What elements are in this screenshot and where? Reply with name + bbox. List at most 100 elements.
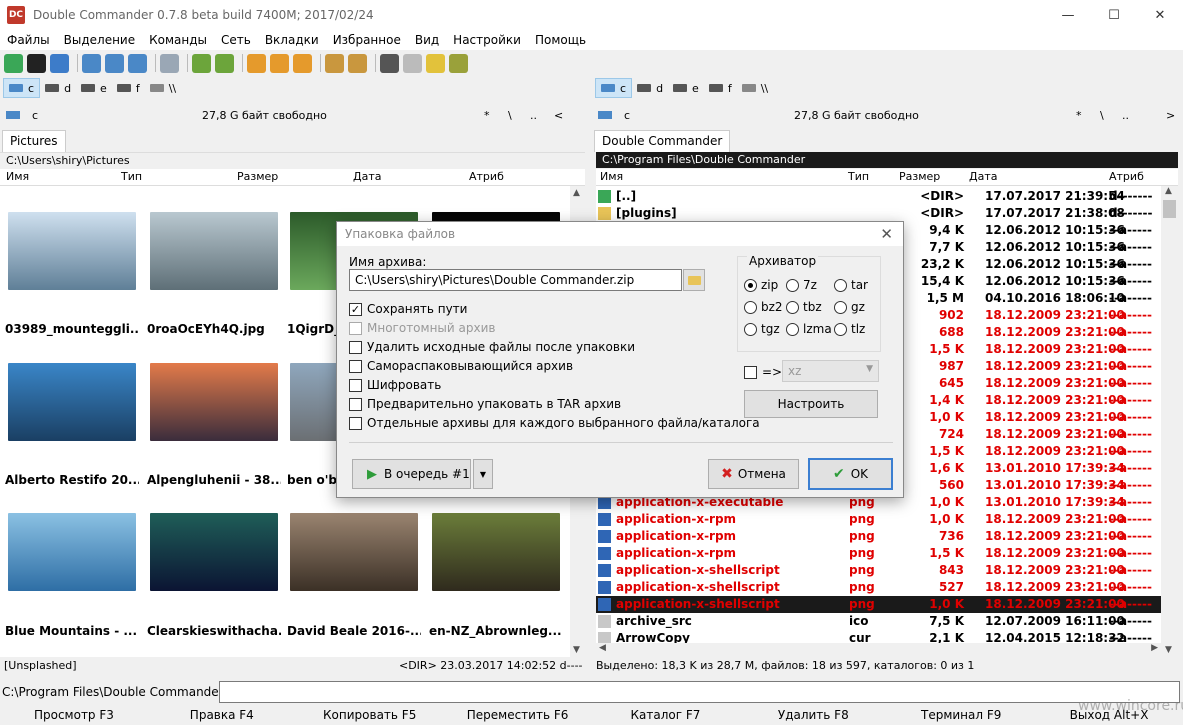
image-thumbnail[interactable] — [150, 513, 278, 591]
format-radio-lzma[interactable]: lzma — [786, 322, 832, 336]
option-checkbox[interactable]: Удалить исходные файлы после упаковки — [349, 339, 635, 355]
select-group-icon[interactable] — [247, 53, 266, 73]
file-row[interactable]: archive_src ico 7,5 K 12.07.2009 16:11:00 --… — [596, 613, 1161, 630]
col-name[interactable]: Имя — [6, 170, 29, 183]
menu-tabs[interactable]: Вкладки — [258, 33, 326, 47]
checkbox[interactable] — [349, 340, 362, 354]
browse-button[interactable] — [683, 269, 705, 291]
menu-files[interactable]: Файлы — [0, 33, 57, 47]
right-nav-up[interactable]: .. — [1122, 109, 1129, 122]
thumbnail-label[interactable]: Blue Mountains - ... — [5, 624, 139, 638]
left-nav-arrow[interactable]: < — [554, 109, 563, 122]
thumbnail-label[interactable]: 0roaOcEYh4Q.jpg — [147, 322, 281, 336]
image-thumbnail[interactable] — [150, 363, 278, 441]
unselect-group-icon[interactable] — [270, 53, 289, 73]
thumbnail-label[interactable]: Clearskieswithacha... — [147, 624, 281, 638]
option-checkbox[interactable]: Отдельные архивы для каждого выбранного … — [349, 415, 760, 431]
invert-selection-icon[interactable] — [293, 53, 312, 73]
image-thumbnail[interactable] — [8, 363, 136, 441]
image-thumbnail[interactable] — [432, 513, 560, 591]
checkbox[interactable] — [349, 397, 362, 411]
file-row[interactable]: application-x-shellscript png 843 18.12.200… — [596, 562, 1161, 579]
minimize-button[interactable]: — — [1045, 0, 1091, 30]
image-thumbnail[interactable] — [8, 212, 136, 290]
file-row[interactable]: application-x-shellscript png 527 18.12.200… — [596, 579, 1161, 596]
forward-icon[interactable] — [215, 53, 234, 73]
col-type[interactable]: Тип — [848, 170, 869, 183]
option-checkbox[interactable]: Многотомный архив — [349, 320, 495, 336]
drive-d-button[interactable]: d — [632, 78, 668, 98]
ok-button[interactable]: ✔ OK — [808, 458, 893, 490]
checkbox[interactable] — [349, 416, 362, 430]
option-checkbox[interactable]: Самораспаковывающийся архив — [349, 358, 573, 374]
terminal-icon[interactable] — [27, 53, 46, 73]
image-thumbnail[interactable] — [150, 212, 278, 290]
col-date[interactable]: Дата — [969, 170, 997, 183]
left-nav-backslash[interactable]: \ — [508, 109, 512, 122]
checkbox[interactable] — [744, 365, 757, 379]
sync-dirs-icon[interactable] — [449, 53, 468, 73]
menu-help[interactable]: Помощь — [528, 33, 593, 47]
drive-e-button[interactable]: e — [76, 78, 112, 98]
drive-f-button[interactable]: f — [704, 78, 737, 98]
thumbnail-label[interactable]: Alpengluhenii - 38... — [147, 473, 281, 487]
radio-circle[interactable] — [786, 278, 799, 292]
right-scrollbar[interactable]: ▲ ▼ — [1161, 186, 1178, 657]
view-f3-button[interactable]: Просмотр F3 — [0, 705, 148, 725]
tab-pictures[interactable]: Pictures — [2, 130, 66, 152]
drive-d-button[interactable]: d — [40, 78, 76, 98]
menu-commands[interactable]: Команды — [142, 33, 214, 47]
menu-selection[interactable]: Выделение — [57, 33, 142, 47]
radio-circle[interactable] — [744, 278, 757, 292]
format-radio-tlz[interactable]: tlz — [834, 322, 865, 336]
right-nav-root[interactable]: * — [1076, 109, 1082, 122]
multi-rename-icon[interactable] — [403, 53, 422, 73]
file-row[interactable]: application-x-rpm png 736 18.12.2009 23:21:… — [596, 528, 1161, 545]
col-date[interactable]: Дата — [353, 170, 381, 183]
command-input[interactable] — [219, 681, 1180, 703]
radio-circle[interactable] — [744, 300, 757, 314]
format-radio-zip[interactable]: zip — [744, 278, 778, 292]
scroll-down-icon[interactable]: ▼ — [573, 645, 580, 655]
checkbox[interactable] — [349, 321, 362, 335]
queue-dropdown-button[interactable]: ▼ — [473, 459, 493, 489]
checkbox[interactable]: ✓ — [349, 302, 362, 316]
thumbnail-label[interactable]: 03989_mounteggli... — [5, 322, 139, 336]
drive-f-button[interactable]: f — [112, 78, 145, 98]
option-checkbox[interactable]: Предварительно упаковать в TAR архив — [349, 396, 621, 412]
format-radio-tgz[interactable]: tgz — [744, 322, 780, 336]
menu-view[interactable]: Вид — [408, 33, 446, 47]
right-nav-backslash[interactable]: \ — [1100, 109, 1104, 122]
col-size[interactable]: Размер — [237, 170, 278, 183]
radio-circle[interactable] — [834, 322, 847, 336]
radio-circle[interactable] — [834, 300, 847, 314]
scroll-left-icon[interactable]: ◀ — [599, 643, 606, 653]
drive-c-button[interactable]: c — [595, 78, 633, 98]
compression-select[interactable]: xz ▼ — [782, 360, 879, 382]
delete-f8-button[interactable]: Удалить F8 — [739, 705, 887, 725]
format-radio-7z[interactable]: 7z — [786, 278, 817, 292]
full-view-icon[interactable] — [105, 53, 124, 73]
maximize-button[interactable]: ☐ — [1091, 0, 1137, 30]
radio-circle[interactable] — [834, 278, 847, 292]
right-h-scrollbar[interactable]: ◀ ▶ — [596, 643, 1161, 657]
menu-network[interactable]: Сеть — [214, 33, 258, 47]
format-radio-tbz[interactable]: tbz — [786, 300, 822, 314]
left-nav-root[interactable]: * — [484, 109, 490, 122]
menu-settings[interactable]: Настройки — [446, 33, 528, 47]
option-checkbox[interactable]: Шифровать — [349, 377, 441, 393]
move-f6-button[interactable]: Переместить F6 — [444, 705, 592, 725]
archive-name-input[interactable]: C:\Users\shiry\Pictures\Double Commander… — [349, 269, 682, 291]
file-row[interactable]: application-x-shellscript png 1,0 K 18.12.2… — [596, 596, 1161, 613]
radio-circle[interactable] — [786, 300, 799, 314]
terminal-f9-button[interactable]: Терминал F9 — [887, 705, 1035, 725]
menu-favorites[interactable]: Избранное — [326, 33, 408, 47]
scroll-thumb[interactable] — [1163, 200, 1176, 218]
brief-view-icon[interactable] — [82, 53, 101, 73]
network-drive-button[interactable]: \\ — [145, 78, 181, 98]
copy-names-icon[interactable] — [426, 53, 445, 73]
configure-button[interactable]: Настроить — [744, 390, 878, 418]
refresh-icon[interactable] — [4, 53, 23, 73]
right-nav-arrow[interactable]: > — [1166, 109, 1175, 122]
pack-icon[interactable] — [325, 53, 344, 73]
